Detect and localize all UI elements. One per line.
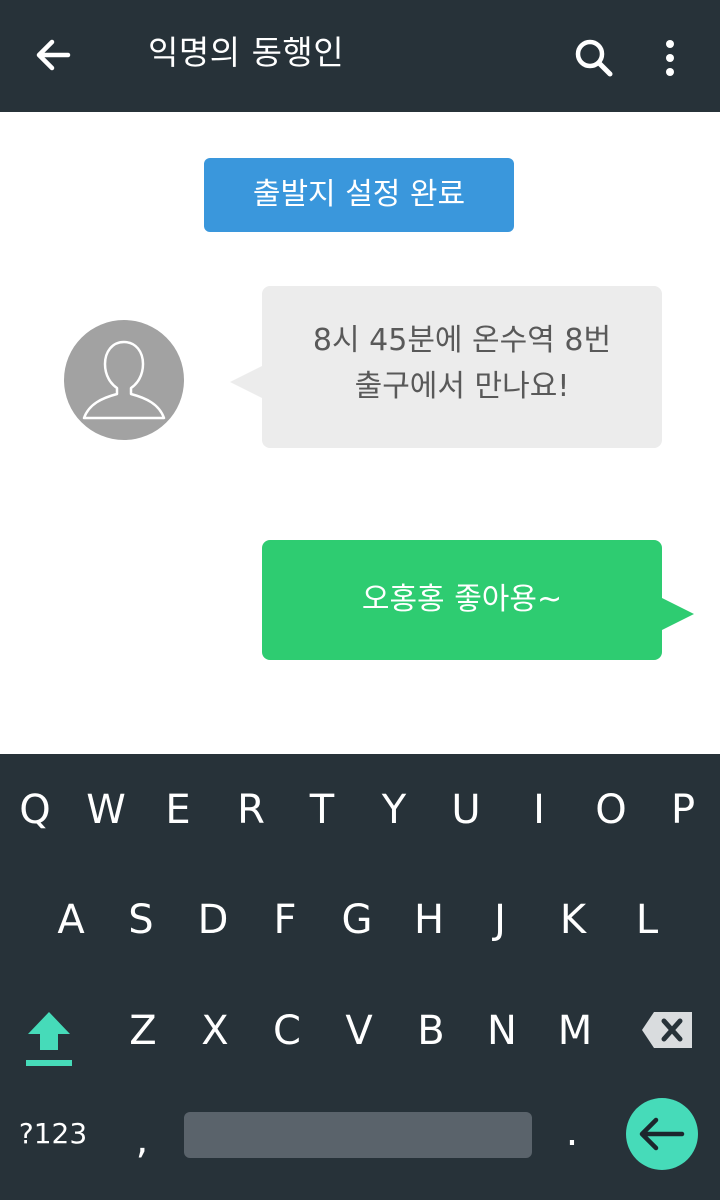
key-c[interactable]: C	[255, 991, 319, 1071]
key-a[interactable]: A	[39, 880, 103, 960]
space-bar[interactable]	[184, 1112, 532, 1158]
key-y[interactable]: Y	[362, 770, 426, 850]
enter-arrow-icon	[639, 1117, 685, 1151]
arrow-left-icon	[36, 39, 71, 71]
key-s[interactable]: S	[109, 880, 173, 960]
key-g[interactable]: G	[325, 880, 389, 960]
key-z[interactable]: Z	[111, 991, 175, 1071]
key-m[interactable]: M	[543, 991, 607, 1071]
backspace-button[interactable]	[640, 1010, 694, 1050]
search-icon	[575, 39, 613, 77]
key-x[interactable]: X	[183, 991, 247, 1071]
key-v[interactable]: V	[327, 991, 391, 1071]
back-button[interactable]	[28, 32, 78, 78]
more-options-button[interactable]	[654, 34, 686, 82]
incoming-bubble-tail	[230, 366, 262, 398]
chat-title: 익명의 동행인	[148, 33, 345, 72]
key-j[interactable]: J	[468, 880, 532, 960]
backspace-icon	[642, 1012, 692, 1048]
key-r[interactable]: R	[219, 770, 283, 850]
key-u[interactable]: U	[434, 770, 498, 850]
key-t[interactable]: T	[290, 770, 354, 850]
shift-up-icon	[26, 1012, 72, 1066]
key-p[interactable]: P	[651, 770, 715, 850]
symbols-key[interactable]: ?123	[16, 1094, 90, 1174]
keyboard: Q W E R T Y U I O P A S D F G H J K L Z …	[0, 754, 720, 1200]
app-bar: 익명의 동행인	[0, 0, 720, 112]
search-button[interactable]	[570, 34, 618, 82]
key-i[interactable]: I	[507, 770, 571, 850]
incoming-message-line-2: 출구에서 만나요!	[354, 369, 570, 404]
key-o[interactable]: O	[579, 770, 643, 850]
user-silhouette-icon	[82, 340, 166, 420]
period-key[interactable]: .	[540, 1092, 604, 1172]
enter-button[interactable]	[626, 1098, 698, 1170]
shift-button[interactable]	[22, 1008, 78, 1070]
comma-key[interactable]: ,	[110, 1100, 174, 1180]
outgoing-message-bubble: 오홍홍 좋아용~	[262, 540, 694, 660]
key-e[interactable]: E	[146, 770, 210, 850]
key-b[interactable]: B	[399, 991, 463, 1071]
avatar[interactable]	[64, 320, 184, 440]
incoming-message-line-1: 8시 45분에 온수역 8번	[312, 323, 612, 358]
key-n[interactable]: N	[470, 991, 534, 1071]
outgoing-message-text: 오홍홍 좋아용~	[361, 582, 563, 617]
key-d[interactable]: D	[181, 880, 245, 960]
key-l[interactable]: L	[615, 880, 679, 960]
chat-area: 출발지 설정 완료 8시 45분에 온수역 8번 출구에서 만나요! 오홍홍 좋…	[0, 112, 720, 754]
key-f[interactable]: F	[253, 880, 317, 960]
key-h[interactable]: H	[397, 880, 461, 960]
key-w[interactable]: W	[74, 770, 138, 850]
key-q[interactable]: Q	[3, 770, 67, 850]
key-k[interactable]: K	[541, 880, 605, 960]
incoming-message-bubble: 8시 45분에 온수역 8번 출구에서 만나요!	[230, 286, 662, 448]
outgoing-bubble-tail	[662, 598, 694, 630]
system-message: 출발지 설정 완료	[204, 158, 514, 232]
more-vertical-icon	[666, 40, 674, 76]
